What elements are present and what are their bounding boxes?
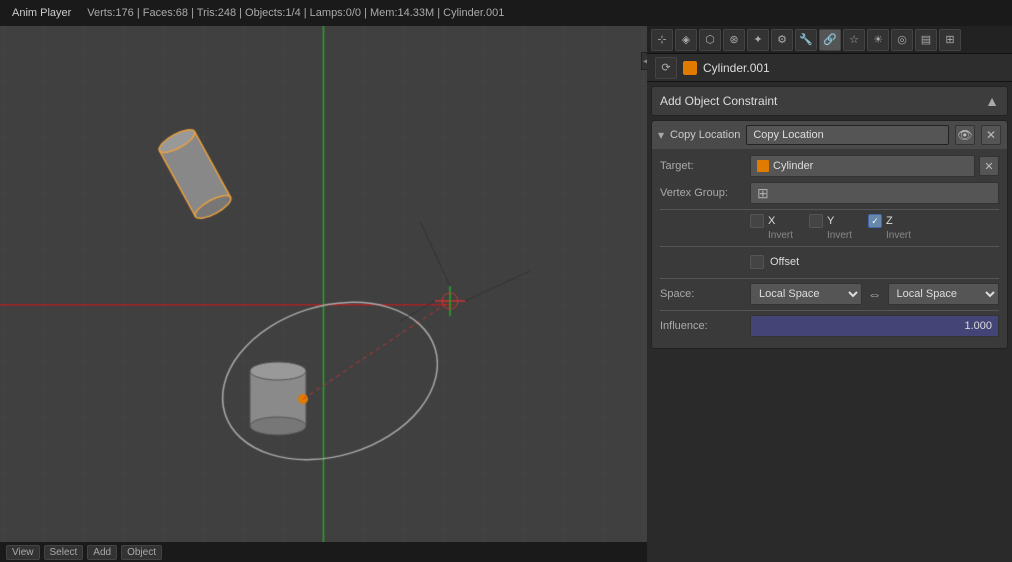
view-menu[interactable]: View <box>6 545 40 560</box>
y-axis-item: Y Invert <box>809 214 852 241</box>
toolbar-icon-6[interactable]: ⚙ <box>771 29 793 51</box>
x-invert-label: Invert <box>768 230 793 241</box>
space-row: Space: Local Space ⇔ Local Space <box>660 283 999 305</box>
target-cube-icon <box>757 160 769 172</box>
constraint-collapse-arrow[interactable]: ▾ <box>658 128 664 142</box>
offset-value: Offset <box>750 255 999 269</box>
constraint-type-label: Copy Location <box>670 129 740 141</box>
constraint-name-input[interactable] <box>746 125 949 145</box>
copy-location-constraint: ▾ Copy Location 👁 ✕ Target: Cylinder <box>651 120 1008 349</box>
viewport-bottom-bar: View Select Add Object <box>0 542 647 562</box>
z-axis-item: Z Invert <box>868 214 911 241</box>
constraint-delete-button[interactable]: ✕ <box>981 125 1001 145</box>
space-swap-icon: ⇔ <box>868 286 882 302</box>
z-cb-row: Z <box>868 214 893 228</box>
vertex-group-icon: ⊞ <box>757 185 769 202</box>
influence-value-container: 1.000 <box>750 315 999 337</box>
influence-row: Influence: 1.000 <box>660 315 999 337</box>
vertex-group-field[interactable]: ⊞ <box>750 182 999 204</box>
influence-label: Influence: <box>660 320 750 332</box>
vertex-group-label: Vertex Group: <box>660 187 750 199</box>
toolbar-icon-2[interactable]: ◈ <box>675 29 697 51</box>
panel-expand-toggle[interactable]: ◀ <box>641 52 647 70</box>
toolbar-icon-8[interactable]: ☆ <box>843 29 865 51</box>
object-color-indicator <box>683 61 697 75</box>
target-clear-button[interactable]: ✕ <box>979 156 999 176</box>
target-value-text: Cylinder <box>773 160 813 172</box>
x-cb-row: X <box>750 214 775 228</box>
target-value: Cylinder ✕ <box>750 155 999 177</box>
select-menu[interactable]: Select <box>44 545 84 560</box>
toolbar-icon-3[interactable]: ⬡ <box>699 29 721 51</box>
add-constraint-arrow[interactable]: ▲ <box>985 93 999 109</box>
toolbar-icon-1[interactable]: ⊹ <box>651 29 673 51</box>
add-constraint-title: Add Object Constraint <box>660 94 777 108</box>
toolbar-icon-9[interactable]: ☀ <box>867 29 889 51</box>
influence-bar[interactable]: 1.000 <box>750 315 999 337</box>
y-invert-label: Invert <box>827 230 852 241</box>
constraint-title-bar: ▾ Copy Location 👁 ✕ <box>652 121 1007 149</box>
object-name-bar: ⟳ Cylinder.001 <box>647 54 1012 82</box>
y-cb-row: Y <box>809 214 834 228</box>
viewport-canvas[interactable] <box>0 26 647 562</box>
toolbar-icon-4[interactable]: ⊛ <box>723 29 745 51</box>
toolbar-icon-5[interactable]: ✦ <box>747 29 769 51</box>
offset-row: Offset <box>660 251 999 273</box>
toolbar-icon-10[interactable]: ◎ <box>891 29 913 51</box>
vertex-group-row: Vertex Group: ⊞ <box>660 182 999 204</box>
space-label: Space: <box>660 288 750 300</box>
panel-toolbar: ⊹ ◈ ⬡ ⊛ ✦ ⚙ 🔧 🔗 ☆ ☀ ◎ ▤ ⊞ <box>647 26 1012 54</box>
target-label: Target: <box>660 160 750 172</box>
x-checkbox[interactable] <box>750 214 764 228</box>
vertex-group-value: ⊞ <box>750 182 999 204</box>
panel-content[interactable]: Add Object Constraint ▲ ▾ Copy Location … <box>647 82 1012 562</box>
z-invert-label: Invert <box>886 230 911 241</box>
target-row: Target: Cylinder ✕ <box>660 155 999 177</box>
x-label: X <box>768 215 775 227</box>
space-value: Local Space ⇔ Local Space <box>750 283 999 305</box>
offset-checkbox[interactable] <box>750 255 764 269</box>
z-label: Z <box>886 215 893 227</box>
constraint-visibility-toggle[interactable]: 👁 <box>955 125 975 145</box>
topbar: Anim Player Verts:176 | Faces:68 | Tris:… <box>0 0 1012 26</box>
x-axis-item: X Invert <box>750 214 793 241</box>
object-menu[interactable]: Object <box>121 545 162 560</box>
add-menu[interactable]: Add <box>87 545 117 560</box>
z-checkbox[interactable] <box>868 214 882 228</box>
constraint-body: Target: Cylinder ✕ Vertex Group: ⊞ <box>652 149 1007 348</box>
y-label: Y <box>827 215 834 227</box>
xyz-checkboxes: X Invert Y Invert <box>750 214 999 241</box>
right-panel: ⊹ ◈ ⬡ ⊛ ✦ ⚙ 🔧 🔗 ☆ ☀ ◎ ▤ ⊞ ⟳ Cylinder.001… <box>647 26 1012 562</box>
object-name: Cylinder.001 <box>703 61 770 75</box>
version-info: Verts:176 | Faces:68 | Tris:248 | Object… <box>87 7 504 19</box>
offset-label: Offset <box>770 256 799 268</box>
xyz-row: X Invert Y Invert <box>660 214 999 241</box>
toolbar-icon-12[interactable]: ⊞ <box>939 29 961 51</box>
viewport[interactable]: ◀ <box>0 26 647 562</box>
target-field[interactable]: Cylinder <box>750 155 975 177</box>
axis-checkbox-group: X Invert Y Invert <box>750 214 911 241</box>
add-constraint-header[interactable]: Add Object Constraint ▲ <box>651 86 1008 116</box>
influence-value-text: 1.000 <box>757 320 992 332</box>
toolbar-icon-11[interactable]: ▤ <box>915 29 937 51</box>
object-type-icon[interactable]: ⟳ <box>655 57 677 79</box>
space-from-select[interactable]: Local Space <box>750 283 862 305</box>
toolbar-icon-constraint[interactable]: 🔗 <box>819 29 841 51</box>
y-checkbox[interactable] <box>809 214 823 228</box>
toolbar-icon-7[interactable]: 🔧 <box>795 29 817 51</box>
space-to-select[interactable]: Local Space <box>888 283 1000 305</box>
engine-selector[interactable]: Anim Player <box>6 5 77 21</box>
